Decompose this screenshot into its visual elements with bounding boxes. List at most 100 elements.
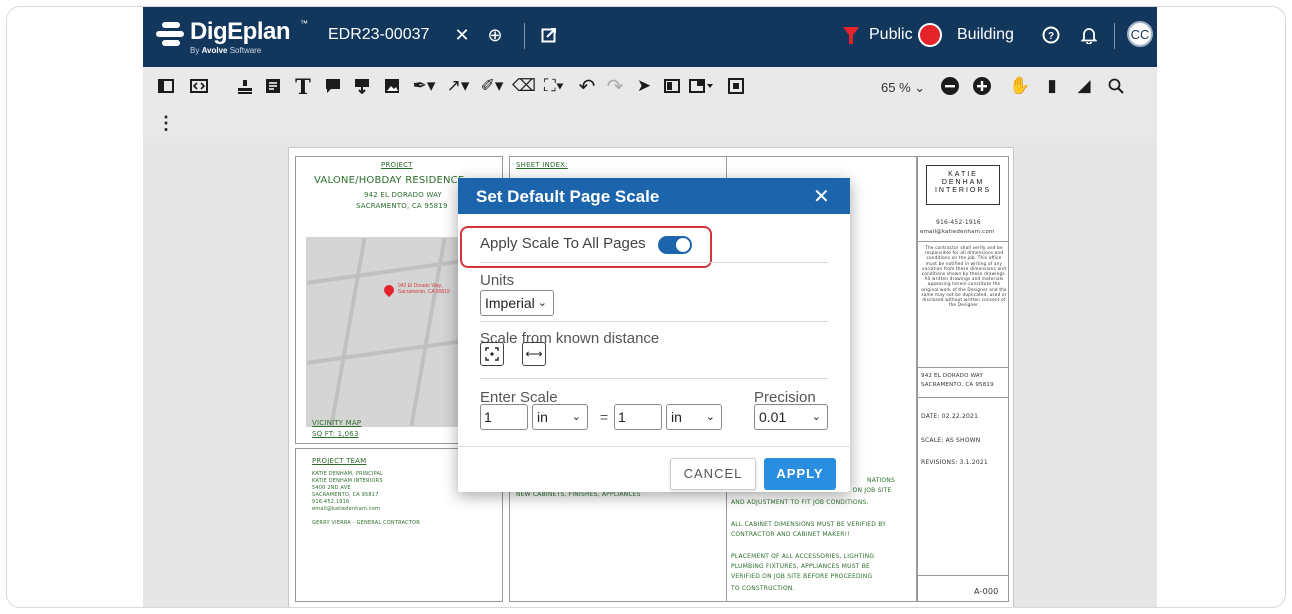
zoom-out-icon[interactable]: [937, 73, 963, 99]
dialog-header: Set Default Page Scale ✕: [458, 178, 850, 214]
chevron-down-icon: ⌄: [537, 297, 547, 309]
select-area-icon[interactable]: [480, 342, 504, 366]
tb-address-2: SACRAMENTO, CA 95819: [921, 382, 994, 388]
pen-tool-icon[interactable]: ✒▾: [409, 73, 439, 99]
screenshot-frame: DigEplan ™ By Avolve Software EDR23-0003…: [6, 6, 1286, 608]
callout-icon[interactable]: [349, 73, 375, 99]
team-line: 916.452.1916: [312, 499, 350, 505]
note-line: AND ADJUSTMENT TO FIT JOB CONDITIONS.: [731, 499, 869, 506]
pan-hand-icon[interactable]: ✋: [1007, 73, 1033, 99]
note-line: PLACEMENT OF ALL ACCESSORIES, LIGHTING: [731, 553, 875, 560]
digeplan-logo[interactable]: DigEplan ™ By Avolve Software: [156, 18, 308, 58]
chevron-down-icon: ⌄: [705, 411, 715, 423]
comment-icon[interactable]: [320, 73, 346, 99]
note-line: CONTRACTOR AND CABINET MAKER!!: [731, 531, 850, 538]
building-filter-label[interactable]: Building: [957, 26, 1014, 44]
sidebar-toggle-icon[interactable]: [153, 73, 179, 99]
tb-address-1: 942 EL DORADO WAY: [921, 373, 984, 379]
filter-icon[interactable]: [843, 27, 859, 44]
scale-left-input[interactable]: 1: [480, 404, 528, 430]
logo-name: DigEplan: [190, 18, 291, 45]
marker-icon[interactable]: ◢: [1071, 73, 1097, 99]
stamp-icon[interactable]: [232, 73, 258, 99]
help-icon[interactable]: ?: [1039, 23, 1063, 47]
note-line: VERIFIED ON JOB SITE BEFORE PROCEEDING: [731, 573, 873, 580]
chevron-down-icon: ⌄: [811, 411, 821, 423]
units-label: Units: [480, 272, 515, 289]
top-bar: DigEplan ™ By Avolve Software EDR23-0003…: [143, 7, 1157, 67]
text-icon[interactable]: T: [290, 73, 316, 99]
divider: [480, 321, 828, 322]
note-line: NATIONS: [867, 477, 895, 484]
close-document-icon[interactable]: ✕: [450, 23, 474, 47]
arrow-tool-icon[interactable]: ↗▾: [443, 73, 473, 99]
scale-left-unit-select[interactable]: in ⌄: [532, 404, 588, 430]
map-pin-icon: [381, 282, 397, 298]
svg-text:?: ?: [1048, 31, 1054, 42]
scale-known-distance-label: Scale from known distance: [480, 330, 660, 347]
search-icon[interactable]: [1103, 73, 1129, 99]
tb-sheet-number: A-000: [974, 587, 999, 596]
measure-distance-icon[interactable]: ⟷: [522, 342, 546, 366]
team-line: KATIE DENHAM, PRINCIPAL: [312, 471, 384, 477]
scale-right-input[interactable]: 1: [614, 404, 662, 430]
more-options-icon[interactable]: ⋮: [157, 113, 175, 134]
undo-icon[interactable]: ↶: [574, 73, 600, 99]
tb-phone: 916-452-1916: [936, 219, 981, 226]
eraser-icon[interactable]: ⌫: [511, 73, 537, 99]
logo-mark-icon: [156, 22, 184, 48]
scale-right-unit-select[interactable]: in ⌄: [666, 404, 722, 430]
divider: [1114, 23, 1115, 49]
new-cabinets-text: NEW CABINETS, FINISHES, APPLIANCES: [516, 491, 641, 498]
redo-icon[interactable]: ↷: [602, 73, 628, 99]
layout-icon[interactable]: [687, 73, 717, 99]
divider: [524, 23, 525, 49]
precision-select[interactable]: 0.01 ⌄: [754, 404, 828, 430]
equals-sign: =: [600, 409, 609, 425]
highlighter-icon[interactable]: ▮: [1039, 73, 1065, 99]
units-select[interactable]: Imperial ⌄: [480, 290, 554, 316]
footer-divider: [458, 446, 850, 447]
vicinity-map-label: VICINITY MAP: [312, 419, 362, 427]
divider: [480, 262, 828, 263]
select-region-icon[interactable]: ⛶▾: [539, 73, 569, 99]
team-line: email@katiedenham.com: [312, 506, 381, 512]
add-document-icon[interactable]: ⊕: [483, 23, 507, 47]
team-line: KATIE DENHAM INTERIORS: [312, 478, 383, 484]
tb-scale: SCALE: AS SHOWN: [921, 437, 981, 444]
logo-subtitle: By Avolve Software: [190, 46, 262, 55]
compare-icon[interactable]: [659, 73, 685, 99]
project-team-header: PROJECT TEAM: [312, 457, 367, 465]
apply-all-pages-label: Apply Scale To All Pages: [480, 235, 646, 252]
tb-date: DATE: 02.22.2021: [921, 413, 979, 420]
zoom-in-icon[interactable]: [969, 73, 995, 99]
divider: [480, 378, 828, 379]
measure-tool-icon[interactable]: ✐▾: [477, 73, 507, 99]
close-icon[interactable]: ✕: [813, 184, 830, 209]
open-external-icon[interactable]: [537, 23, 561, 47]
apply-all-pages-toggle[interactable]: [658, 236, 692, 254]
project-header: PROJECT: [381, 161, 413, 169]
image-icon[interactable]: [379, 73, 405, 99]
apply-button[interactable]: APPLY: [764, 458, 836, 490]
team-line: SACRAMENTO, CA 95817: [312, 492, 379, 498]
note-line: PLUMBING FIXTURES, APPLIANCES MUST BE: [731, 563, 871, 570]
tb-email: email@katiedenham.com: [920, 229, 995, 235]
logo-trademark: ™: [300, 19, 308, 28]
fit-page-icon[interactable]: [723, 73, 749, 99]
status-dot-icon[interactable]: [918, 23, 942, 47]
title-block: KATIE DENHAM INTERIORS 916-452-1916 emai…: [917, 156, 1009, 602]
toggle-knob: [676, 238, 690, 252]
user-avatar[interactable]: CC: [1127, 21, 1153, 47]
pointer-icon[interactable]: ➤: [631, 73, 657, 99]
sheet-index-header: SHEET INDEX:: [516, 161, 568, 169]
cancel-button[interactable]: CANCEL: [670, 458, 756, 490]
set-default-page-scale-dialog: Set Default Page Scale ✕ Apply Scale To …: [458, 178, 850, 492]
bell-icon[interactable]: [1077, 23, 1101, 47]
zoom-level[interactable]: 65 % ⌄: [881, 80, 925, 96]
document-id: EDR23-00037: [328, 26, 430, 43]
chevron-down-icon: ⌄: [571, 411, 581, 423]
code-view-icon[interactable]: [186, 73, 212, 99]
text-box-icon[interactable]: [260, 73, 286, 99]
public-filter-label[interactable]: Public: [869, 26, 913, 44]
